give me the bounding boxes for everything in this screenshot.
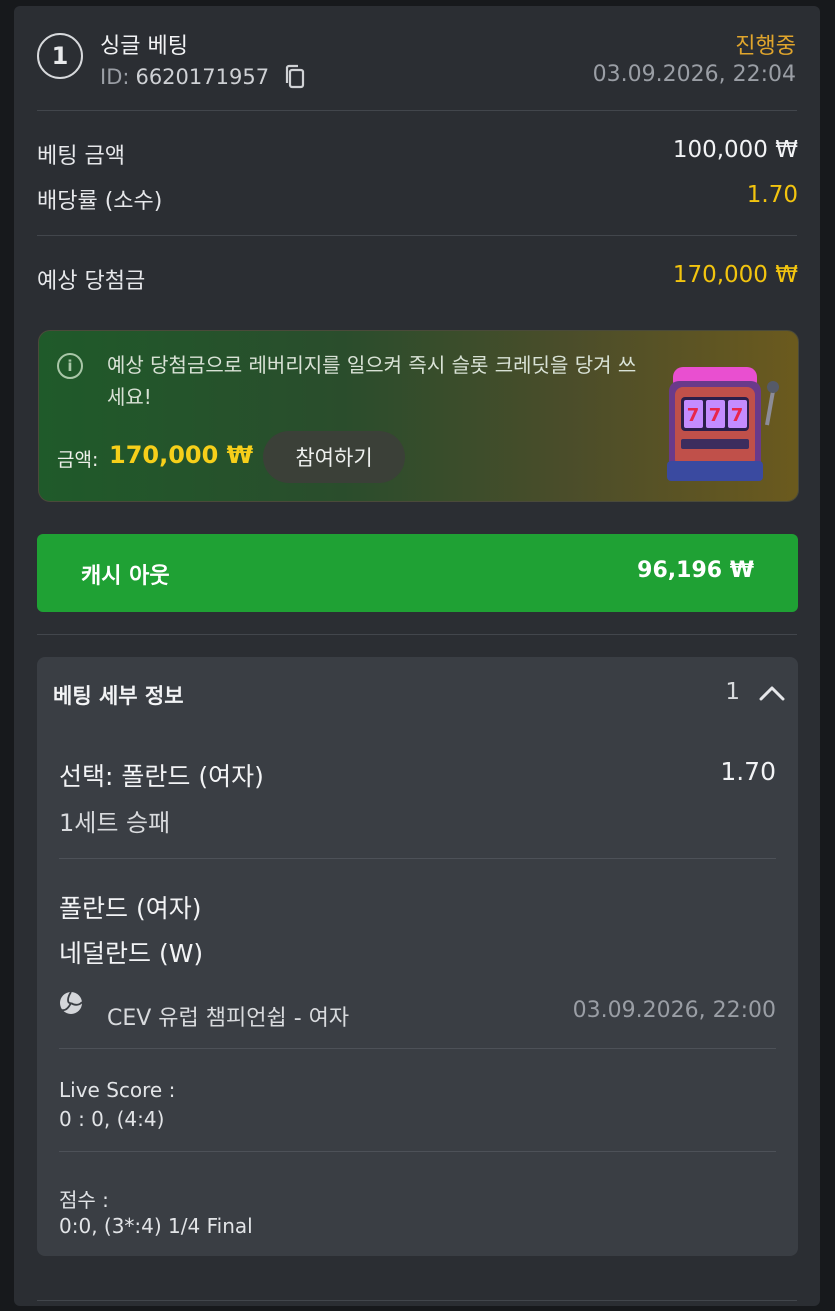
status-badge: 진행중: [735, 34, 796, 59]
bet-id-value: 6620171957: [135, 65, 270, 89]
bet-details-header[interactable]: 베팅 세부 정보 1: [37, 657, 798, 731]
bet-type-title: 싱글 베팅: [100, 34, 188, 59]
score-value: 0:0, (3*:4) 1/4 Final: [59, 1214, 253, 1238]
team-home: 폴란드 (여자): [59, 894, 202, 923]
live-score-value: 0 : 0, (4:4): [59, 1107, 165, 1131]
bet-id: ID: 6620171957: [100, 64, 307, 90]
payout-label: 예상 당첨금: [37, 269, 146, 294]
bet-details-title: 베팅 세부 정보: [53, 684, 184, 708]
bet-datetime: 03.09.2026, 22:04: [592, 62, 796, 87]
bet-id-label: ID:: [100, 65, 130, 89]
bet-index-badge: 1: [37, 33, 83, 79]
svg-text:7: 7: [687, 405, 700, 426]
bet-index: 1: [51, 42, 69, 70]
cashout-label: 캐시 아웃: [81, 564, 170, 589]
selection-odds: 1.70: [720, 757, 776, 786]
team-away: 네덜란드 (W): [59, 939, 204, 968]
slot-machine-icon: 7 7 7: [667, 367, 779, 481]
volleyball-icon: [60, 991, 83, 1014]
payout-value: 170,000 ₩: [672, 262, 798, 288]
league-name: CEV 유럽 챔피언쉽 - 여자: [107, 1006, 350, 1031]
svg-text:7: 7: [709, 405, 722, 426]
bet-card: 1 싱글 베팅 ID: 6620171957 진행중 03.09.2026, 22…: [14, 6, 820, 1306]
chevron-up-icon[interactable]: [758, 681, 786, 705]
odds-value: 1.70: [746, 182, 798, 208]
divider: [59, 1151, 776, 1152]
bet-details-count: 1: [725, 679, 740, 705]
svg-text:7: 7: [731, 405, 744, 426]
live-score-label: Live Score :: [59, 1078, 176, 1102]
join-button[interactable]: 참여하기: [263, 431, 405, 483]
copy-icon[interactable]: [283, 64, 307, 90]
score-label: 점수 :: [59, 1188, 109, 1212]
divider: [37, 1300, 797, 1301]
event-datetime: 03.09.2026, 22:00: [572, 998, 776, 1023]
divider: [37, 110, 797, 111]
stake-value: 100,000 ₩: [672, 137, 798, 163]
selection-label: 선택: 폴란드 (여자): [59, 762, 264, 791]
info-icon: i: [57, 353, 83, 379]
slot-credit-promo: i 예상 당첨금으로 레버리지를 일으켜 즉시 슬롯 크레딧을 당겨 쓰세요! …: [38, 330, 799, 502]
cashout-value: 96,196 ₩: [637, 558, 754, 583]
odds-label: 배당률 (소수): [37, 189, 163, 214]
stake-label: 베팅 금액: [37, 144, 125, 169]
promo-text: 예상 당첨금으로 레버리지를 일으켜 즉시 슬롯 크레딧을 당겨 쓰세요!: [107, 353, 637, 409]
promo-amount-label: 금액:: [57, 449, 99, 471]
divider: [59, 858, 776, 859]
promo-amount-value: 170,000 ₩: [109, 441, 254, 469]
divider: [59, 1048, 776, 1049]
divider: [37, 634, 797, 635]
market-name: 1세트 승패: [59, 809, 171, 837]
cashout-button[interactable]: 캐시 아웃 96,196 ₩: [37, 534, 798, 612]
bet-details-body: 선택: 폴란드 (여자) 1.70 1세트 승패 폴란드 (여자) 네덜란드 (…: [37, 731, 798, 1256]
divider: [37, 235, 797, 236]
